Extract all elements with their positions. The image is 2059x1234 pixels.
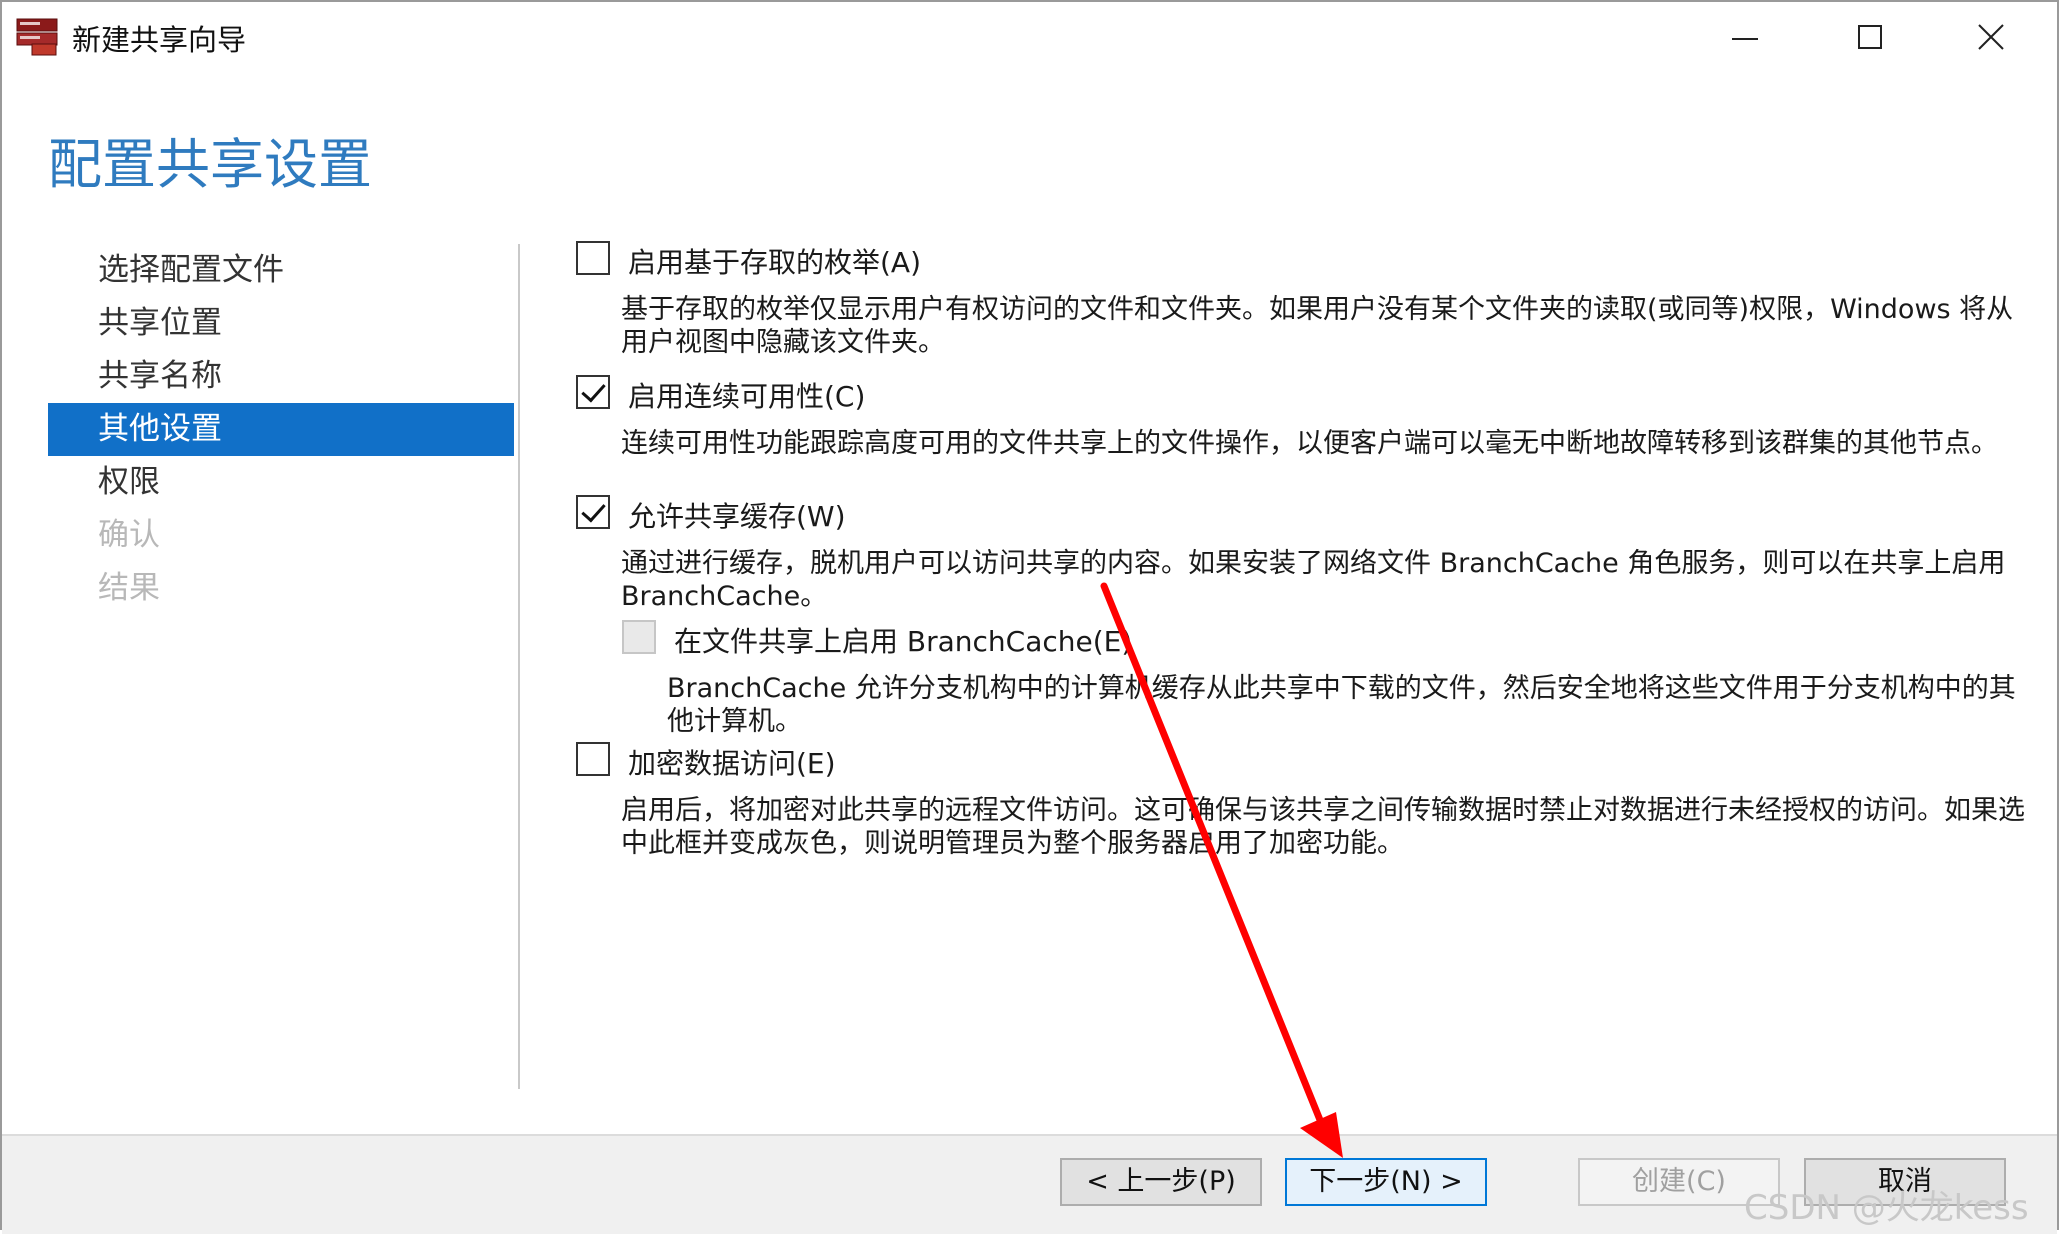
option-branchcache: 在文件共享上启用 BranchCache(E) BranchCache 允许分支… xyxy=(622,616,2016,738)
title-bar: 新建共享向导 xyxy=(2,2,2057,68)
option-allow-caching: 允许共享缓存(W) 通过进行缓存，脱机用户可以访问共享的内容。如果安装了网络文件… xyxy=(576,491,2016,613)
branchcache-description: BranchCache 允许分支机构中的计算机缓存从此共享中下载的文件，然后安全… xyxy=(667,673,2016,737)
nav-divider xyxy=(518,244,520,1089)
abe-label[interactable]: 启用基于存取的枚举(A) xyxy=(628,241,921,281)
maximize-icon xyxy=(1858,25,1882,49)
nav-item-share-name[interactable]: 共享名称 xyxy=(48,350,514,403)
maximize-button[interactable] xyxy=(1815,6,1935,68)
abe-checkbox[interactable] xyxy=(576,241,610,275)
option-access-based-enumeration: 启用基于存取的枚举(A) 基于存取的枚举仅显示用户有权访问的文件和文件夹。如果用… xyxy=(576,237,2016,359)
continuous-availability-label[interactable]: 启用连续可用性(C) xyxy=(628,375,865,415)
minimize-icon xyxy=(1732,38,1758,40)
encrypt-data-label[interactable]: 加密数据访问(E) xyxy=(628,742,836,782)
nav-item-permissions[interactable]: 权限 xyxy=(48,456,514,509)
continuous-availability-description: 连续可用性功能跟踪高度可用的文件共享上的文件操作，以便客户端可以毫无中断地故障转… xyxy=(621,428,1998,459)
allow-caching-label[interactable]: 允许共享缓存(W) xyxy=(628,495,846,535)
option-encrypt-data-access: 加密数据访问(E) 启用后，将加密对此共享的远程文件访问。这可确保与该共享之间传… xyxy=(576,738,2025,860)
encrypt-data-description: 启用后，将加密对此共享的远程文件访问。这可确保与该共享之间传输数据时禁止对数据进… xyxy=(621,795,2025,859)
nav-item-share-location[interactable]: 共享位置 xyxy=(48,297,514,350)
option-continuous-availability: 启用连续可用性(C) 连续可用性功能跟踪高度可用的文件共享上的文件操作，以便客户… xyxy=(576,371,2016,460)
nav-item-other-settings[interactable]: 其他设置 xyxy=(48,403,514,456)
close-button[interactable] xyxy=(1936,6,2056,68)
minimize-button[interactable] xyxy=(1690,6,1810,68)
close-icon xyxy=(1978,24,2004,50)
continuous-availability-checkbox[interactable] xyxy=(576,375,610,409)
wizard-steps-nav: 选择配置文件 共享位置 共享名称 其他设置 权限 确认 结果 xyxy=(48,244,514,615)
nav-item-select-profile[interactable]: 选择配置文件 xyxy=(48,244,514,297)
back-button[interactable]: < 上一步(P) xyxy=(1060,1158,1262,1206)
branchcache-label: 在文件共享上启用 BranchCache(E) xyxy=(674,625,1133,658)
nav-item-confirmation: 确认 xyxy=(98,517,160,553)
wizard-window: 新建共享向导 配置共享设置 选择配置文件 共享位置 共享名称 其他设置 权限 确… xyxy=(0,0,2059,1234)
server-share-icon xyxy=(16,18,58,56)
allow-caching-checkbox[interactable] xyxy=(576,495,610,529)
nav-item-results: 结果 xyxy=(98,570,160,606)
window-title: 新建共享向导 xyxy=(72,23,247,57)
watermark: CSDN @火龙kess xyxy=(1744,1188,2029,1228)
next-button[interactable]: 下一步(N) > xyxy=(1285,1158,1487,1206)
abe-description: 基于存取的枚举仅显示用户有权访问的文件和文件夹。如果用户没有某个文件夹的读取(或… xyxy=(621,294,2014,358)
branchcache-checkbox xyxy=(622,620,656,654)
encrypt-data-checkbox[interactable] xyxy=(576,742,610,776)
page-title: 配置共享设置 xyxy=(48,133,372,196)
allow-caching-description: 通过进行缓存，脱机用户可以访问共享的内容。如果安装了网络文件 BranchCac… xyxy=(621,548,2006,612)
